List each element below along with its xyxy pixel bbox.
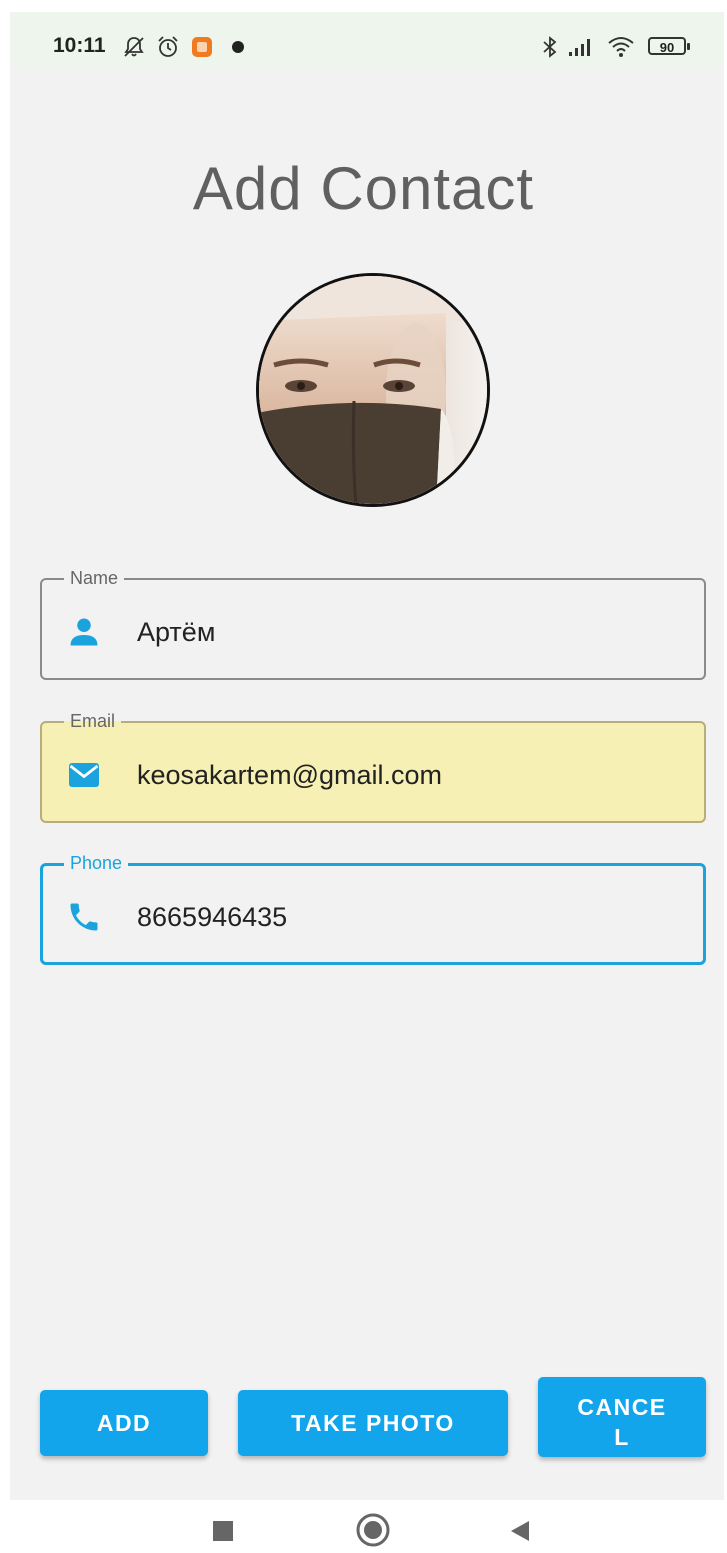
phone-input[interactable]: 8665946435 — [137, 901, 287, 933]
name-input[interactable]: Артём — [137, 616, 215, 648]
home-circle-icon[interactable] — [355, 1512, 391, 1548]
status-bar: 10:11 90 — [10, 12, 724, 70]
alarm-icon — [158, 36, 178, 57]
notifications-off-icon — [124, 37, 144, 57]
contact-photo-image — [259, 276, 487, 504]
add-button[interactable]: ADD — [40, 1390, 208, 1456]
app-notification-icon — [192, 37, 212, 57]
back-triangle-icon[interactable] — [507, 1518, 533, 1544]
email-field[interactable]: Email keosakartem@gmail.com — [40, 710, 706, 823]
name-field-label: Name — [64, 567, 125, 589]
phone-field[interactable]: Phone 8665946435 — [40, 852, 706, 965]
signal-icon — [569, 39, 590, 56]
email-field-label: Email — [64, 710, 122, 732]
bluetooth-icon — [543, 36, 557, 58]
take-photo-button[interactable]: TAKE PHOTO — [238, 1390, 508, 1456]
recents-square-icon[interactable] — [210, 1518, 236, 1544]
page-title: Add Contact — [192, 155, 535, 222]
name-field[interactable]: Name Артём — [40, 567, 706, 680]
contact-photo[interactable] — [256, 273, 490, 507]
navigation-bar — [0, 1500, 727, 1553]
status-time: 10:11 — [53, 34, 106, 57]
person-icon — [70, 618, 98, 646]
dot-icon — [232, 41, 244, 53]
phone-icon — [70, 903, 98, 931]
app-screen: 10:11 90 Add Contact Name Артём Email ke… — [10, 12, 724, 1500]
phone-field-label: Phone — [64, 852, 129, 874]
cancel-button[interactable]: CANCE L — [538, 1377, 706, 1457]
mail-icon — [69, 763, 99, 787]
email-input[interactable]: keosakartem@gmail.com — [137, 759, 442, 791]
battery-icon: 90 — [648, 37, 690, 55]
wifi-icon — [608, 37, 634, 57]
